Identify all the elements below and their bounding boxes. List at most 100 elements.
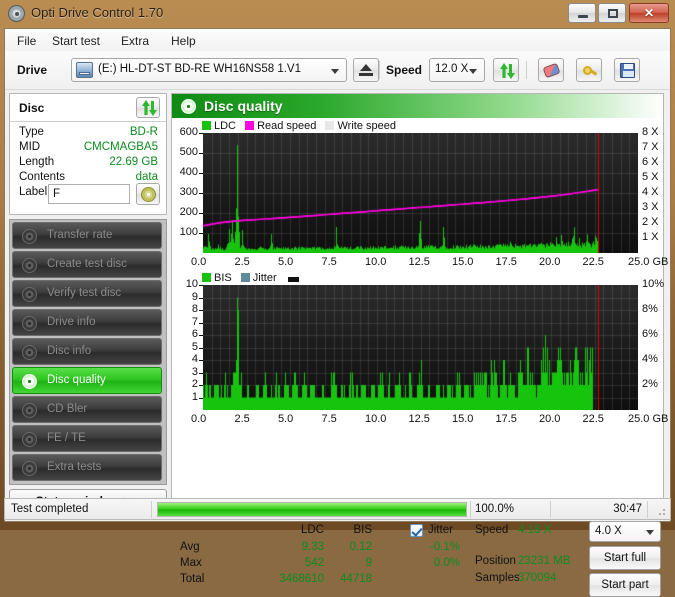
speed-select[interactable]: 12.0 X <box>429 58 485 82</box>
disc-length-value: 22.69 GB <box>109 156 158 168</box>
disc-contents-label: Contents <box>19 171 66 183</box>
tools-button[interactable] <box>576 58 602 82</box>
stats-row-avg-label: Avg <box>180 541 200 553</box>
refresh-button[interactable] <box>493 58 519 82</box>
disc-refresh-button[interactable] <box>136 97 160 118</box>
chevron-down-icon <box>331 69 339 74</box>
eject-button[interactable] <box>353 58 379 82</box>
close-button[interactable]: ✕ <box>629 3 669 23</box>
x-tick-label: 25.0 GB <box>628 256 669 268</box>
application-window: Opti Drive Control 1.70 ✕ File Start tes… <box>0 0 675 597</box>
stats-samples-value: 370094 <box>518 572 557 584</box>
resize-grip[interactable] <box>655 505 667 517</box>
stats-header-bis: BIS <box>353 524 372 536</box>
chevron-down-icon <box>469 69 477 74</box>
toolbar-separator-1 <box>379 61 380 79</box>
floppy-disk-icon <box>620 63 635 78</box>
maximize-button[interactable] <box>598 3 626 23</box>
legend-label-jitter: Jitter <box>252 272 277 284</box>
x-tick-label: 5.0 <box>278 256 294 268</box>
title-bar[interactable]: Opti Drive Control 1.70 ✕ <box>0 0 675 28</box>
eject-bar-icon <box>359 73 373 76</box>
jitter-checkbox[interactable] <box>410 524 423 537</box>
legend-swatch-read-speed <box>245 121 255 130</box>
sidebar-item-transfer-rate[interactable]: Transfer rate <box>12 222 162 249</box>
legend-label-write-speed: Write speed <box>337 120 396 132</box>
y2-tick-label: 6% <box>642 328 658 340</box>
menu-start-test[interactable]: Start test <box>46 32 106 50</box>
y2-tick-label: 3 X <box>642 201 659 213</box>
sidebar-item-create-test-disc[interactable]: Create test disc <box>12 251 162 278</box>
sidebar-item-fe-te[interactable]: FE / TE <box>12 425 162 452</box>
window-title: Opti Drive Control 1.70 <box>31 5 164 20</box>
x-tick-label: 12.5 <box>408 256 430 268</box>
drive-select[interactable]: (E:) HL-DT-ST BD-RE WH16NS58 1.V1 <box>71 58 347 82</box>
sidebar-item-label: Extra tests <box>47 461 102 473</box>
sidebar-item-label: Transfer rate <box>47 229 113 241</box>
x-tick-label: 10.0 <box>365 256 387 268</box>
sidebar-item-label: Disc info <box>47 345 92 357</box>
erase-button[interactable] <box>538 58 564 82</box>
y-tick-mark <box>199 347 203 349</box>
panel-header: Disc quality <box>172 94 663 118</box>
progress-bar-fill <box>158 503 466 516</box>
disc-label-button[interactable] <box>136 183 160 205</box>
sidebar-item-label: Drive info <box>47 316 96 328</box>
sidebar-item-extra-tests[interactable]: Extra tests <box>12 454 162 481</box>
sidebar-item-disc-info[interactable]: Disc info <box>12 338 162 365</box>
refresh-icon <box>499 63 515 79</box>
disc-contents-value: data <box>135 171 158 183</box>
legend-label-bis: BIS <box>214 272 232 284</box>
y2-tick-label: 6 X <box>642 156 659 168</box>
legend-swatch-jitter <box>240 273 250 282</box>
x-tick-label: 15.0 <box>452 256 474 268</box>
chart-legend-bottom: BIS Jitter <box>202 272 302 284</box>
app-disc-icon <box>8 5 25 22</box>
y-tick-label: 9 <box>191 290 198 303</box>
speed-select-value: 12.0 X <box>435 63 469 75</box>
disc-mid-value: CMCMAGBA5 <box>83 141 158 153</box>
x-tick-label: 2.5 <box>234 256 250 268</box>
y-tick-mark <box>199 173 203 174</box>
stats-header-ldc: LDC <box>300 524 324 536</box>
ldc-read-speed-chart <box>203 133 638 253</box>
stats-bis-total: 44718 <box>340 573 372 585</box>
disc-icon <box>22 229 37 244</box>
start-part-button[interactable]: Start part <box>589 573 661 597</box>
disc-type-value: BD-R <box>129 126 158 138</box>
minimize-button[interactable] <box>568 3 596 23</box>
sidebar-item-label: Create test disc <box>47 258 127 270</box>
disc-length-label: Length <box>19 156 55 168</box>
bis-jitter-chart <box>203 285 638 410</box>
page-title: Disc quality <box>204 98 283 114</box>
y-tick-label: 3 <box>191 365 198 378</box>
legend-swatch-ldc <box>202 121 211 130</box>
y-tick-label: 5 <box>191 340 198 353</box>
start-full-button[interactable]: Start full <box>589 546 661 570</box>
disc-quality-icon <box>181 99 196 114</box>
test-speed-select[interactable]: 4.0 X <box>589 521 661 542</box>
menu-help[interactable]: Help <box>165 32 202 50</box>
x-tick-label: 20.0 <box>539 256 561 268</box>
y-tick-label: 400 <box>179 166 198 178</box>
menu-extra[interactable]: Extra <box>115 32 155 50</box>
disc-icon <box>22 403 37 418</box>
stats-header-jitter: Jitter <box>428 524 453 536</box>
sidebar-item-drive-info[interactable]: Drive info <box>12 309 162 336</box>
disc-label-input[interactable] <box>48 184 130 204</box>
sidebar-item-verify-test-disc[interactable]: Verify test disc <box>12 280 162 307</box>
y2-tick-label: 1 X <box>642 231 659 243</box>
eraser-icon <box>542 62 561 79</box>
sidebar-item-disc-quality[interactable]: Disc quality <box>12 367 162 394</box>
y2-tick-label: 4% <box>642 353 658 365</box>
save-button[interactable] <box>614 58 640 82</box>
stats-jitter-max: 0.0% <box>433 557 460 569</box>
y-tick-label: 7 <box>191 315 198 328</box>
menu-file[interactable]: File <box>11 32 42 50</box>
y-tick-mark <box>199 233 203 234</box>
x-tick-label: 17.5 <box>495 256 517 268</box>
drive-select-value: (E:) HL-DT-ST BD-RE WH16NS58 1.V1 <box>98 63 302 75</box>
sidebar-item-cd-bler[interactable]: CD Bler <box>12 396 162 423</box>
y-tick-label: 6 <box>191 328 198 340</box>
statusbar-separator-1 <box>151 501 152 518</box>
